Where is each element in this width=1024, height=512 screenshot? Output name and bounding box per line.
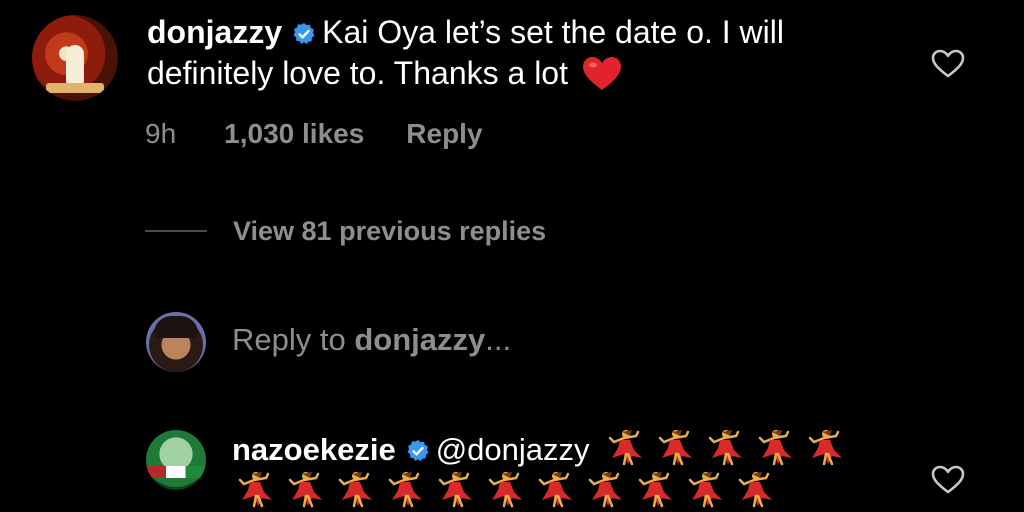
dancer-emoji-icon <box>658 430 692 466</box>
reply-input[interactable]: Reply to donjazzy... <box>232 322 511 358</box>
reply-mention[interactable]: @donjazzy <box>436 432 590 467</box>
reply-comment-body: nazoekezie @donjazzy <box>232 428 882 512</box>
dancer-emoji-icon <box>688 472 722 508</box>
dancer-emoji-icon <box>808 430 842 466</box>
dancer-emoji-icon <box>338 472 372 508</box>
avatar-hair <box>154 316 198 338</box>
reply-username[interactable]: nazoekezie <box>232 432 396 467</box>
comments-thread: donjazzy Kai Oya let’s set the date o. I … <box>0 0 1024 512</box>
comment-meta: 9h 1,030 likes Reply <box>145 118 525 150</box>
comment-body: donjazzy Kai Oya let’s set the date o. I … <box>147 12 887 94</box>
likes-count[interactable]: 1,030 likes <box>224 118 364 149</box>
reply-button[interactable]: Reply <box>406 118 482 149</box>
reply-input-target: donjazzy <box>354 322 486 357</box>
dancer-emoji-icon <box>438 472 472 508</box>
reply-input-prefix: Reply to <box>232 322 355 357</box>
avatar-donjazzy[interactable] <box>32 15 118 101</box>
dancer-emoji-icon <box>738 472 772 508</box>
like-heart-icon[interactable] <box>931 49 965 79</box>
dancer-emoji-icon <box>588 472 622 508</box>
dancer-emoji-icon <box>638 472 672 508</box>
avatar-figure <box>66 45 84 85</box>
dancer-emoji-icon <box>708 430 742 466</box>
like-heart-icon[interactable] <box>931 465 965 495</box>
reply-input-suffix: ... <box>485 322 512 357</box>
replies-divider <box>145 230 207 232</box>
view-replies-label: View 81 previous replies <box>233 216 547 246</box>
avatar-flag <box>146 466 206 478</box>
dancer-emoji-icon <box>488 472 522 508</box>
avatar-nazoekezie[interactable] <box>146 430 206 490</box>
heart-emoji-icon <box>582 57 621 90</box>
dancer-emoji-icon <box>388 472 422 508</box>
dancer-emoji-icon <box>538 472 572 508</box>
dancer-emoji-icon <box>758 430 792 466</box>
comment-username[interactable]: donjazzy <box>147 14 282 50</box>
avatar-current-user <box>146 312 206 372</box>
comment-time: 9h <box>145 118 177 149</box>
dancer-emoji-icon <box>288 472 322 508</box>
dancer-emoji-icon <box>238 472 272 508</box>
view-previous-replies[interactable]: View 81 previous replies <box>145 216 546 247</box>
avatar-base <box>46 83 104 93</box>
verified-badge-icon <box>407 440 429 461</box>
verified-badge-icon <box>293 23 315 44</box>
dancer-emoji-icon <box>608 430 642 466</box>
